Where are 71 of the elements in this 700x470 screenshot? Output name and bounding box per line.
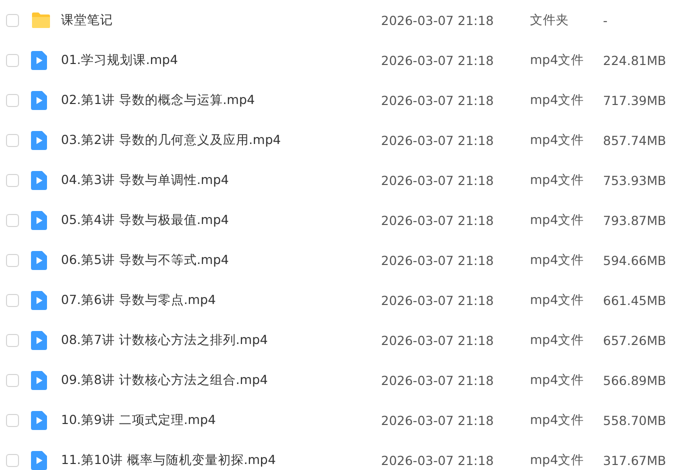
video-file-icon [31, 170, 47, 190]
file-size: 661.45MB [603, 292, 668, 308]
file-type: mp4文件 [530, 92, 586, 108]
video-file-icon [31, 50, 47, 70]
file-size: 753.93MB [603, 172, 668, 188]
file-type: mp4文件 [530, 172, 586, 188]
video-file-icon [31, 290, 47, 310]
modified-date: 2026-03-07 21:18 [381, 132, 495, 148]
file-size: 857.74MB [603, 132, 668, 148]
checkbox[interactable] [6, 54, 19, 66]
video-file-icon [31, 90, 47, 110]
file-type: mp4文件 [530, 212, 586, 228]
video-file-icon [31, 330, 47, 350]
file-size: 558.70MB [603, 412, 668, 428]
video-file-icon [31, 250, 47, 270]
file-name[interactable]: 08.第7讲 计数核心方法之排列.mp4 [61, 332, 381, 348]
file-size: 317.67MB [603, 452, 668, 468]
file-name[interactable]: 10.第9讲 二项式定理.mp4 [61, 412, 381, 428]
file-size: - [603, 12, 609, 28]
file-name[interactable]: 09.第8讲 计数核心方法之组合.mp4 [61, 372, 381, 388]
file-size: 717.39MB [603, 92, 668, 108]
folder-icon [31, 12, 51, 28]
modified-date: 2026-03-07 21:18 [381, 252, 495, 268]
file-name[interactable]: 04.第3讲 导数与单调性.mp4 [61, 172, 381, 188]
file-name[interactable]: 02.第1讲 导数的概念与运算.mp4 [61, 92, 381, 108]
file-size: 594.66MB [603, 252, 668, 268]
checkbox[interactable] [6, 134, 19, 146]
modified-date: 2026-03-07 21:18 [381, 212, 495, 228]
file-type: mp4文件 [530, 332, 586, 348]
file-type: mp4文件 [530, 292, 586, 308]
video-file-icon [31, 410, 47, 430]
file-name[interactable]: 07.第6讲 导数与零点.mp4 [61, 292, 381, 308]
file-name[interactable]: 06.第5讲 导数与不等式.mp4 [61, 252, 381, 268]
file-type: mp4文件 [530, 132, 586, 148]
modified-date: 2026-03-07 21:18 [381, 372, 495, 388]
file-size: 566.89MB [603, 372, 668, 388]
file-type: mp4文件 [530, 252, 586, 268]
checkbox[interactable] [6, 214, 19, 226]
file-type: mp4文件 [530, 452, 586, 468]
modified-date: 2026-03-07 21:18 [381, 92, 495, 108]
file-type: mp4文件 [530, 412, 586, 428]
file-name[interactable]: 03.第2讲 导数的几何意义及应用.mp4 [61, 132, 381, 148]
file-type: 文件夹 [530, 12, 570, 28]
modified-date: 2026-03-07 21:18 [381, 292, 495, 308]
modified-date: 2026-03-07 21:18 [381, 452, 495, 468]
checkbox[interactable] [6, 294, 19, 306]
checkbox[interactable] [6, 174, 19, 186]
modified-date: 2026-03-07 21:18 [381, 172, 495, 188]
checkbox[interactable] [6, 454, 19, 466]
file-name[interactable]: 课堂笔记 [61, 12, 381, 28]
file-name[interactable]: 05.第4讲 导数与极最值.mp4 [61, 212, 381, 228]
checkbox[interactable] [6, 334, 19, 346]
file-name[interactable]: 01.学习规划课.mp4 [61, 52, 381, 68]
checkbox[interactable] [6, 374, 19, 386]
video-file-icon [31, 370, 47, 390]
file-type: mp4文件 [530, 372, 586, 388]
modified-date: 2026-03-07 21:18 [381, 332, 495, 348]
file-name[interactable]: 11.第10讲 概率与随机变量初探.mp4 [61, 452, 381, 468]
file-size: 657.26MB [603, 332, 668, 348]
modified-date: 2026-03-07 21:18 [381, 12, 495, 28]
video-file-icon [31, 210, 47, 230]
file-type: mp4文件 [530, 52, 586, 68]
checkbox[interactable] [6, 94, 19, 106]
modified-date: 2026-03-07 21:18 [381, 412, 495, 428]
video-file-icon [31, 130, 47, 150]
checkbox[interactable] [6, 14, 19, 26]
modified-date: 2026-03-07 21:18 [381, 52, 495, 68]
file-size: 793.87MB [603, 212, 668, 228]
checkbox[interactable] [6, 254, 19, 266]
file-size: 224.81MB [603, 52, 668, 68]
checkbox[interactable] [6, 414, 19, 426]
